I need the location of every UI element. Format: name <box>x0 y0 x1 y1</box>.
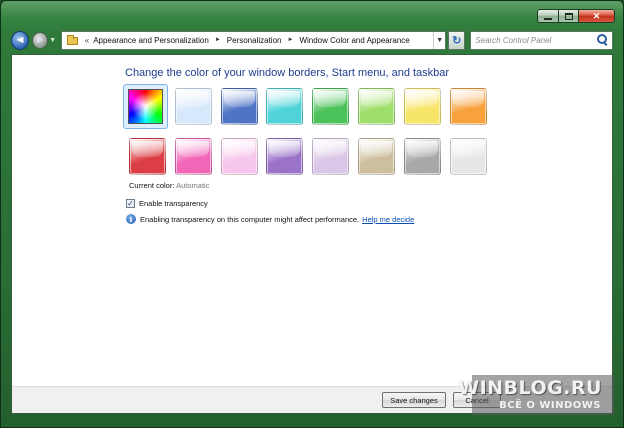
rainbow-swatch-icon <box>128 89 163 124</box>
breadcrumb-appearance-and-personalization[interactable]: Appearance and Personalization <box>93 36 209 45</box>
color-swatch-lime[interactable] <box>358 88 395 125</box>
watermark-tagline: ВСЁ О WINDOWS <box>499 400 601 411</box>
chevron-down-icon: ▼ <box>436 36 444 44</box>
transparency-info-text: Enabling transparency on this computer m… <box>140 214 360 224</box>
current-color-row: Current color: Automatic <box>129 181 209 190</box>
page-title: Change the color of your window borders,… <box>125 67 450 79</box>
window-frame: ✕ ◄ ► ▼ « Appearance and Personalization… <box>0 0 624 428</box>
color-swatch-ruby[interactable] <box>129 138 166 175</box>
color-swatch-slate[interactable] <box>449 138 487 175</box>
caption-buttons: ✕ <box>537 9 615 23</box>
control-panel-folder-icon <box>66 34 80 46</box>
color-swatch-leaf[interactable] <box>312 88 350 125</box>
color-swatch-automatic[interactable] <box>123 84 168 129</box>
refresh-button[interactable]: ↻ <box>448 30 466 50</box>
forward-button[interactable]: ► <box>32 31 49 49</box>
search-icon[interactable] <box>595 33 609 47</box>
winblog-watermark: WINBLOG.RU ВСЁ О WINDOWS <box>458 375 614 415</box>
color-swatch-lavender[interactable] <box>312 138 350 175</box>
forward-arrow-icon: ► <box>34 34 46 46</box>
watermark-site-name: WINBLOG.RU <box>458 377 602 399</box>
color-swatch-fuchsia[interactable] <box>174 138 212 175</box>
navigation-bar: ◄ ► ▼ « Appearance and Personalization ►… <box>11 30 613 50</box>
checkmark-icon: ✓ <box>127 198 134 208</box>
enable-transparency-row[interactable]: ✓ Enable transparency <box>126 199 208 208</box>
refresh-icon: ↻ <box>452 34 462 47</box>
breadcrumb-overflow-button[interactable]: « <box>85 36 89 45</box>
close-button[interactable]: ✕ <box>579 9 615 23</box>
maximize-icon <box>564 12 573 20</box>
breadcrumb-window-color-and-appearance[interactable]: Window Color and Appearance <box>299 36 409 45</box>
color-swatch-blush[interactable] <box>220 138 258 175</box>
recent-pages-button[interactable]: ▼ <box>49 37 58 44</box>
current-color-value: Automatic <box>176 181 210 190</box>
color-swatch-chocolate[interactable] <box>403 138 441 175</box>
back-button[interactable]: ◄ <box>11 30 30 50</box>
content-panel: Change the color of your window borders,… <box>11 54 613 414</box>
transparency-info-row: i Enabling transparency on this computer… <box>126 214 414 224</box>
back-arrow-icon: ◄ <box>14 34 26 46</box>
color-swatch-taupe[interactable] <box>358 138 395 175</box>
save-changes-button[interactable]: Save changes <box>382 392 446 408</box>
help-me-decide-link[interactable]: Help me decide <box>362 215 414 224</box>
color-swatch-sky[interactable] <box>174 88 212 125</box>
color-swatch-sea[interactable] <box>266 88 304 125</box>
enable-transparency-label[interactable]: Enable transparency <box>139 199 208 208</box>
breadcrumb-separator-icon[interactable]: ► <box>215 37 221 43</box>
current-color-label: Current color: <box>129 181 175 190</box>
color-swatch-pumpkin[interactable] <box>449 88 487 125</box>
info-icon: i <box>126 214 136 224</box>
breadcrumb-personalization[interactable]: Personalization <box>227 36 282 45</box>
enable-transparency-checkbox[interactable]: ✓ <box>126 199 135 208</box>
search-box <box>470 30 613 50</box>
search-input[interactable] <box>471 31 595 49</box>
minimize-button[interactable] <box>537 9 559 23</box>
address-bar[interactable]: « Appearance and Personalization ► Perso… <box>60 30 447 50</box>
minimize-icon <box>544 17 552 20</box>
color-swatch-violet[interactable] <box>266 138 304 175</box>
maximize-button[interactable] <box>559 9 579 23</box>
address-dropdown-button[interactable]: ▼ <box>433 31 445 49</box>
breadcrumb-separator-icon[interactable]: ► <box>287 37 293 43</box>
chevron-down-icon: ▼ <box>49 36 57 44</box>
close-icon: ✕ <box>592 10 601 21</box>
color-swatch-twilight[interactable] <box>220 88 258 125</box>
color-swatch-sun[interactable] <box>403 88 441 125</box>
